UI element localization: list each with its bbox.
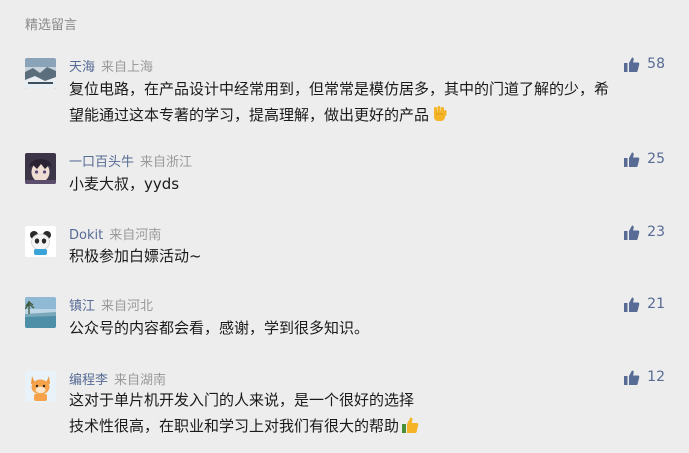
nickname[interactable]: 镇江 <box>69 299 95 314</box>
location-label: 来自河南 <box>109 228 162 243</box>
like-button[interactable]: 23 <box>623 222 665 242</box>
thumbs-up-icon <box>623 56 640 73</box>
comment-meta: Dokit 来自河南 <box>69 224 161 243</box>
like-button[interactable]: 12 <box>623 367 665 387</box>
comment-text-line: 技术性很高，在职业和学习上对我们有很大的帮助 <box>69 417 400 435</box>
like-count: 58 <box>647 56 665 72</box>
thumbs-up-icon <box>623 224 640 241</box>
comment-meta: 编程李 来自湖南 <box>69 369 166 388</box>
comment-text: 积极参加白嫖活动~ <box>69 243 669 269</box>
comment-text: 小麦大叔，yyds <box>69 171 669 197</box>
comment-meta: 镇江 来自河北 <box>69 295 153 314</box>
raised-hand-emoji <box>431 105 449 131</box>
like-button[interactable]: 25 <box>623 149 665 169</box>
thumbs-up-icon <box>623 296 640 313</box>
avatar[interactable] <box>25 153 56 184</box>
nickname[interactable]: 编程李 <box>69 373 108 388</box>
like-count: 12 <box>647 369 665 385</box>
section-title: 精选留言 <box>25 18 78 33</box>
like-button[interactable]: 58 <box>623 54 665 74</box>
avatar[interactable] <box>25 297 56 328</box>
like-count: 21 <box>647 296 665 312</box>
like-count: 23 <box>647 224 665 240</box>
thumbs-up-icon <box>623 151 640 168</box>
location-label: 来自浙江 <box>140 155 193 170</box>
location-label: 来自上海 <box>101 60 154 75</box>
comment-text-line: 这对于单片机开发入门的人来说，是一个很好的选择 <box>69 391 415 409</box>
thumbs-up-icon <box>623 369 640 386</box>
comment-text-line: 小麦大叔，yyds <box>69 175 180 193</box>
comment-text: 这对于单片机开发入门的人来说，是一个很好的选择 技术性很高，在职业和学习上对我们… <box>69 387 669 442</box>
comment-text-line: 积极参加白嫖活动~ <box>69 247 202 265</box>
avatar[interactable] <box>25 371 56 402</box>
comment-meta: 一口百头牛 来自浙江 <box>69 151 192 170</box>
avatar[interactable] <box>25 226 56 257</box>
nickname[interactable]: 一口百头牛 <box>69 155 134 170</box>
location-label: 来自河北 <box>101 299 154 314</box>
like-count: 25 <box>647 151 665 167</box>
nickname[interactable]: 天海 <box>69 60 95 75</box>
like-button[interactable]: 21 <box>623 294 665 314</box>
comment-text-line: 公众号的内容都会看，感谢，学到很多知识。 <box>69 319 370 337</box>
avatar[interactable] <box>25 58 56 89</box>
comment-meta: 天海 来自上海 <box>69 56 153 75</box>
nickname[interactable]: Dokit <box>69 228 103 243</box>
location-label: 来自湖南 <box>114 373 167 388</box>
comment-text: 公众号的内容都会看，感谢，学到很多知识。 <box>69 315 669 341</box>
comment-text: 复位电路，在产品设计中经常用到，但常常是模仿居多，其中的门道了解的少，希 望能通… <box>69 76 669 131</box>
comment-text-line: 望能通过这本专著的学习，提高理解，做出更好的产品 <box>69 106 430 124</box>
comment-text-line: 复位电路，在产品设计中经常用到，但常常是模仿居多，其中的门道了解的少，希 <box>69 80 610 98</box>
thumbs-up-emoji <box>401 416 419 442</box>
